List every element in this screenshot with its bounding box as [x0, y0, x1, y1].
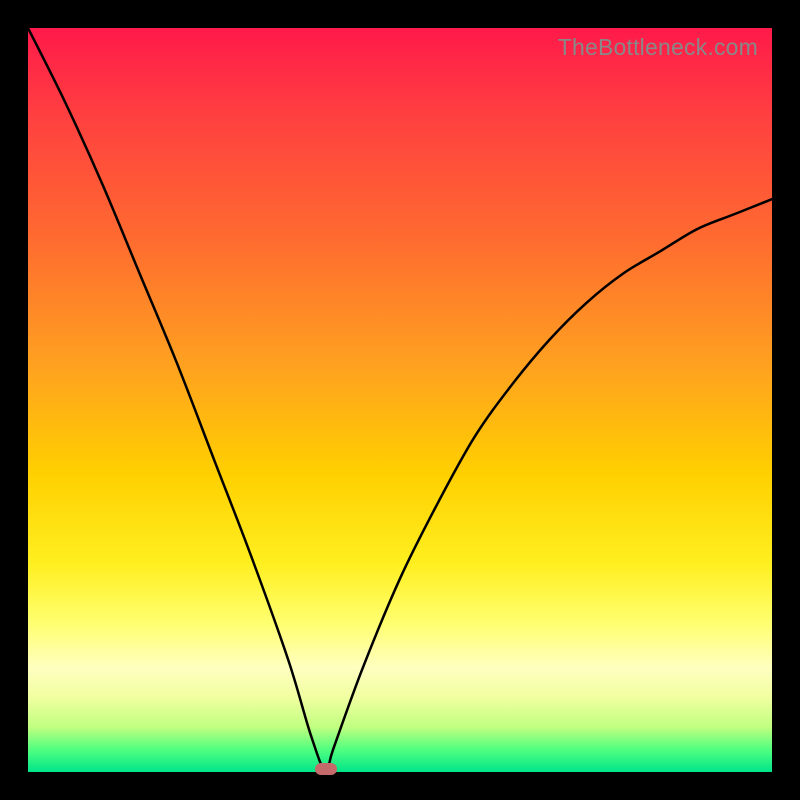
chart-frame: TheBottleneck.com — [0, 0, 800, 800]
minimum-marker — [315, 763, 337, 775]
bottleneck-curve — [28, 28, 772, 772]
plot-area: TheBottleneck.com — [28, 28, 772, 772]
